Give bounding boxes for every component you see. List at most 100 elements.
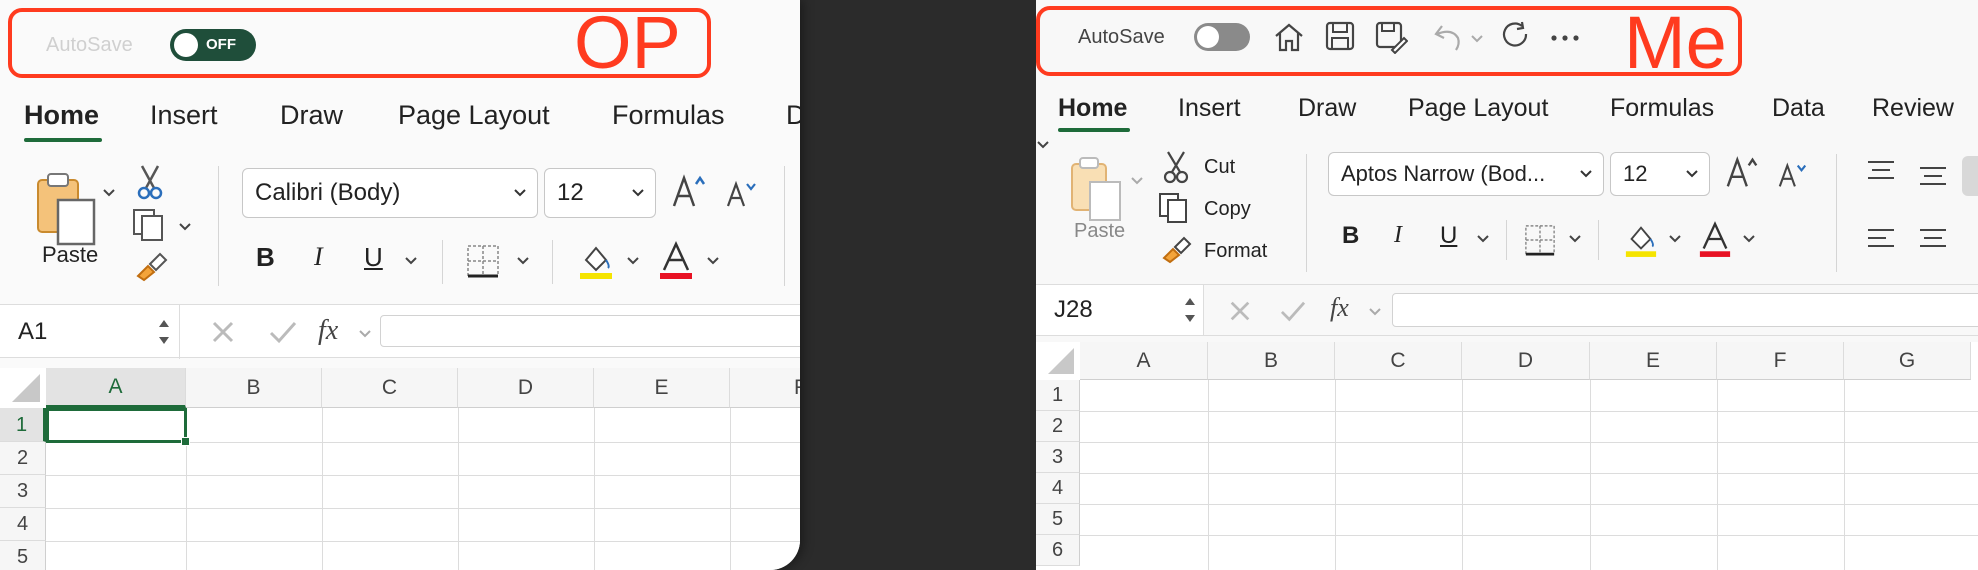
underline-button[interactable]: U [1440, 222, 1457, 250]
me-tab-draw[interactable]: Draw [1298, 94, 1356, 123]
chevron-down-icon[interactable] [1130, 176, 1144, 186]
copy-icon[interactable] [132, 208, 168, 242]
clipboard-icon[interactable] [34, 170, 104, 246]
op-column-header[interactable]: D [458, 368, 594, 408]
me-row-header[interactable]: 3 [1036, 442, 1080, 473]
me-name-box[interactable]: J28 [1036, 285, 1204, 335]
me-column-header[interactable]: B [1208, 342, 1335, 380]
decrease-font-icon[interactable] [1776, 158, 1810, 192]
me-font-size-select[interactable]: 12 [1610, 152, 1710, 196]
me-format-label[interactable]: Format [1204, 240, 1267, 263]
me-row-header[interactable]: 1 [1036, 380, 1080, 411]
cancel-icon[interactable] [210, 319, 236, 345]
chevron-down-icon[interactable] [516, 256, 530, 266]
decrease-font-icon[interactable] [724, 176, 760, 212]
me-tab-page-layout[interactable]: Page Layout [1408, 94, 1548, 123]
chevron-down-icon[interactable] [1742, 234, 1756, 244]
op-row-header[interactable]: 4 [0, 508, 46, 541]
op-row-header[interactable]: 3 [0, 475, 46, 508]
align-icon[interactable] [1918, 226, 1948, 252]
me-tab-data[interactable]: Data [1772, 94, 1825, 123]
fill-color-icon[interactable] [578, 240, 614, 280]
confirm-icon[interactable] [268, 319, 298, 345]
borders-icon[interactable] [1524, 224, 1556, 256]
increase-font-icon[interactable] [670, 172, 710, 212]
chevron-down-icon[interactable] [358, 329, 372, 339]
op-column-header[interactable]: F [730, 368, 800, 408]
font-color-icon[interactable] [658, 240, 694, 280]
me-tab-insert[interactable]: Insert [1178, 94, 1241, 123]
op-name-box[interactable]: A1 [0, 305, 180, 359]
scissors-icon[interactable] [1162, 150, 1190, 184]
me-tab-formulas[interactable]: Formulas [1610, 94, 1714, 123]
op-formula-input[interactable] [380, 315, 800, 347]
italic-button[interactable]: I [1394, 222, 1402, 249]
copy-icon[interactable] [1158, 192, 1192, 224]
fx-icon[interactable]: fx [318, 315, 338, 347]
me-row-header[interactable]: 5 [1036, 504, 1080, 535]
cancel-icon[interactable] [1228, 299, 1252, 323]
chevron-down-icon[interactable] [706, 256, 720, 266]
chevron-down-icon[interactable] [1668, 234, 1682, 244]
bold-button[interactable]: B [1342, 222, 1359, 250]
chevron-down-icon[interactable] [1036, 140, 1050, 150]
confirm-icon[interactable] [1278, 299, 1308, 323]
op-row-header[interactable]: 5 [0, 541, 46, 570]
chevron-down-icon[interactable] [404, 256, 418, 266]
me-copy-label[interactable]: Copy [1204, 198, 1251, 221]
align-icon[interactable] [1866, 158, 1896, 184]
me-paste-label[interactable]: Paste [1074, 220, 1125, 243]
stepper-icon[interactable] [1183, 295, 1197, 325]
underline-button[interactable]: U [364, 242, 383, 273]
op-column-header[interactable]: E [594, 368, 730, 408]
bold-button[interactable]: B [256, 242, 275, 273]
op-column-header[interactable]: B [186, 368, 322, 408]
op-tab-formulas[interactable]: Formulas [612, 100, 725, 131]
select-all-corner[interactable] [1036, 342, 1080, 380]
italic-button[interactable]: I [314, 242, 323, 272]
op-font-name-select[interactable]: Calibri (Body) [242, 168, 538, 218]
me-tab-review[interactable]: Review [1872, 94, 1954, 123]
scissors-icon[interactable] [136, 164, 164, 200]
me-formula-input[interactable] [1392, 293, 1978, 327]
op-paste-label[interactable]: Paste [42, 242, 98, 268]
me-cut-label[interactable]: Cut [1204, 156, 1235, 179]
fx-icon[interactable]: fx [1330, 293, 1349, 323]
op-font-size-select[interactable]: 12 [544, 168, 656, 218]
format-painter-icon[interactable] [134, 250, 168, 282]
me-row-header[interactable]: 6 [1036, 535, 1080, 566]
me-row-header[interactable]: 2 [1036, 411, 1080, 442]
op-tab-page-layout[interactable]: Page Layout [398, 100, 550, 131]
fill-handle[interactable] [181, 437, 190, 446]
font-color-icon[interactable] [1698, 220, 1732, 258]
stepper-icon[interactable] [157, 317, 171, 347]
chevron-down-icon[interactable] [1568, 234, 1582, 244]
me-column-header[interactable]: D [1462, 342, 1590, 380]
clipboard-icon[interactable] [1068, 154, 1128, 224]
select-all-corner[interactable] [0, 368, 46, 408]
me-column-header[interactable]: A [1080, 342, 1208, 380]
chevron-down-icon[interactable] [1368, 307, 1382, 317]
chevron-down-icon[interactable] [178, 222, 192, 232]
me-column-header[interactable]: F [1717, 342, 1844, 380]
me-tab-home[interactable]: Home [1058, 94, 1127, 123]
op-column-header[interactable]: C [322, 368, 458, 408]
align-icon[interactable] [1866, 226, 1896, 252]
me-column-header[interactable]: C [1335, 342, 1462, 380]
borders-icon[interactable] [466, 244, 500, 278]
op-tab-insert[interactable]: Insert [150, 100, 218, 131]
fill-color-icon[interactable] [1624, 220, 1658, 258]
op-row-header[interactable]: 1 [0, 408, 46, 442]
op-tab-draw[interactable]: Draw [280, 100, 343, 131]
op-column-header[interactable]: A [46, 368, 186, 408]
increase-font-icon[interactable] [1724, 154, 1762, 192]
me-font-name-select[interactable]: Aptos Narrow (Bod... [1328, 152, 1604, 196]
op-tab-data[interactable]: D [786, 100, 800, 131]
align-selected-button[interactable] [1962, 156, 1978, 196]
me-column-header[interactable]: E [1590, 342, 1717, 380]
chevron-down-icon[interactable] [626, 256, 640, 266]
op-row-header[interactable]: 2 [0, 442, 46, 475]
format-painter-icon[interactable] [1160, 234, 1192, 264]
me-row-header[interactable]: 4 [1036, 473, 1080, 504]
op-tab-home[interactable]: Home [24, 100, 99, 131]
